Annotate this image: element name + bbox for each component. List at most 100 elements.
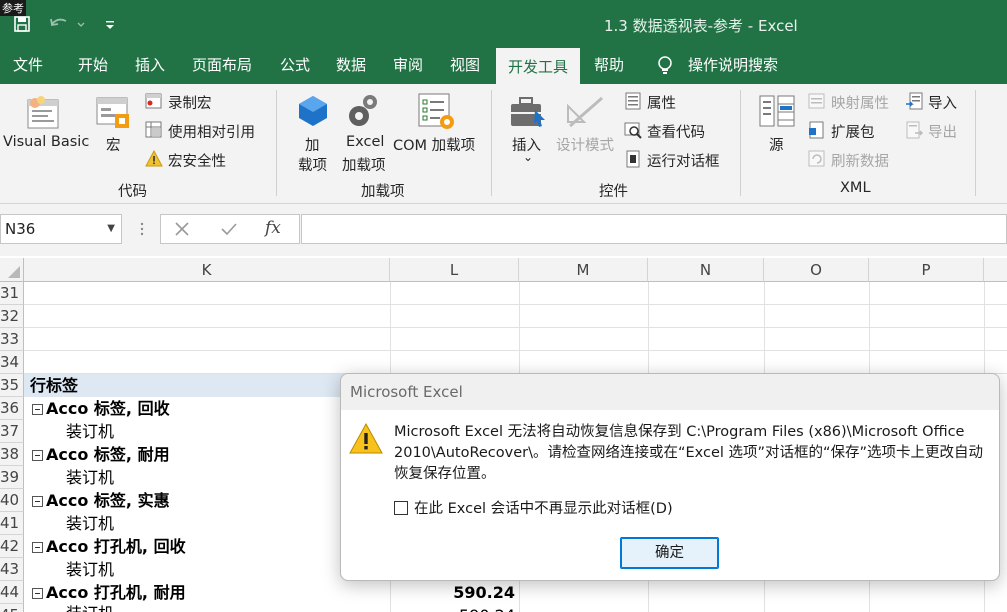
tab-file[interactable]: 文件 xyxy=(13,48,43,84)
pivot-item-row[interactable]: 装订机 xyxy=(66,420,114,443)
tab-data[interactable]: 数据 xyxy=(336,48,366,84)
relative-reference-icon[interactable] xyxy=(145,121,163,139)
checkbox-box[interactable] xyxy=(394,500,408,515)
pivot-value-cell[interactable]: 590.24 xyxy=(390,581,515,604)
select-all-button[interactable] xyxy=(0,258,24,282)
visual-basic-button[interactable]: Visual Basic xyxy=(3,134,89,150)
export-button[interactable]: 导出 xyxy=(928,121,957,142)
visual-basic-icon[interactable] xyxy=(24,94,64,134)
column-header-n[interactable]: N xyxy=(648,258,764,282)
tab-review[interactable]: 审阅 xyxy=(393,48,423,84)
ok-button[interactable]: 确定 xyxy=(620,537,719,569)
export-icon[interactable] xyxy=(905,121,924,139)
column-header-o[interactable]: O xyxy=(764,258,869,282)
pivot-item-row[interactable]: 装订机 xyxy=(66,558,114,581)
pivot-group-row[interactable]: Acco 打孔机, 耐用 xyxy=(28,581,186,604)
row-header-40[interactable]: 40 xyxy=(0,489,24,512)
customize-qat-icon[interactable] xyxy=(100,12,120,36)
row-header-35[interactable]: 35 xyxy=(0,374,24,397)
row-header-39[interactable]: 39 xyxy=(0,466,24,489)
com-addins-button[interactable]: COM 加载项 xyxy=(393,134,475,155)
pivot-item-row[interactable]: 装订机 xyxy=(66,602,114,612)
refresh-data-button[interactable]: 刷新数据 xyxy=(831,150,889,171)
addins-button-line2[interactable]: 载项 xyxy=(298,154,327,175)
import-icon[interactable] xyxy=(905,92,923,110)
insert-function-icon[interactable]: fx xyxy=(265,218,281,238)
row-header-33[interactable]: 33 xyxy=(0,328,24,351)
view-code-icon[interactable] xyxy=(624,121,642,139)
tab-developer[interactable]: 开发工具 xyxy=(496,48,581,84)
map-properties-icon[interactable] xyxy=(808,92,826,110)
collapse-icon[interactable] xyxy=(32,404,43,415)
run-dialog-button[interactable]: 运行对话框 xyxy=(647,150,720,171)
tab-home[interactable]: 开始 xyxy=(78,48,108,84)
name-box[interactable]: N36 ▼ xyxy=(0,214,122,244)
macro-security-button[interactable]: 宏安全性 xyxy=(168,150,226,171)
collapse-icon[interactable] xyxy=(32,496,43,507)
more-options-icon[interactable] xyxy=(140,221,144,237)
chevron-down-icon[interactable]: ▼ xyxy=(107,215,115,243)
xml-source-icon[interactable] xyxy=(758,94,796,130)
collapse-icon[interactable] xyxy=(32,588,43,599)
row-header-31[interactable]: 31 xyxy=(0,282,24,305)
collapse-icon[interactable] xyxy=(32,542,43,553)
macros-icon[interactable] xyxy=(95,94,133,132)
tell-me-search[interactable]: 操作说明搜索 xyxy=(688,48,778,84)
com-addins-icon[interactable] xyxy=(417,92,457,132)
column-header-p[interactable]: P xyxy=(869,258,984,282)
dont-show-again-checkbox[interactable]: 在此 Excel 会话中不再显示此对话框(D) xyxy=(394,497,673,518)
column-header-k[interactable]: K xyxy=(24,258,390,282)
pivot-group-row[interactable]: Acco 标签, 实惠 xyxy=(28,489,170,512)
undo-icon[interactable] xyxy=(46,12,76,36)
undo-dropdown-icon[interactable] xyxy=(76,12,86,36)
refresh-data-icon[interactable] xyxy=(808,150,826,168)
excel-addins-icon[interactable] xyxy=(346,92,382,130)
pivot-value-cell[interactable]: 590.24 xyxy=(390,604,515,612)
excel-addins-button-line1[interactable]: Excel xyxy=(346,134,384,150)
row-header-43[interactable]: 43 xyxy=(0,558,24,581)
record-macro-icon[interactable] xyxy=(145,92,163,110)
insert-controls-icon[interactable] xyxy=(509,94,547,130)
tab-insert[interactable]: 插入 xyxy=(135,48,165,84)
tab-formulas[interactable]: 公式 xyxy=(280,48,310,84)
row-header-42[interactable]: 42 xyxy=(0,535,24,558)
pivot-item-row[interactable]: 装订机 xyxy=(66,512,114,535)
relative-reference-button[interactable]: 使用相对引用 xyxy=(168,121,255,142)
addins-icon[interactable] xyxy=(296,94,330,128)
expansion-packs-icon[interactable] xyxy=(808,121,826,139)
pivot-item-row[interactable]: 装订机 xyxy=(66,466,114,489)
row-header-38[interactable]: 38 xyxy=(0,443,24,466)
row-header-32[interactable]: 32 xyxy=(0,305,24,328)
column-header-l[interactable]: L xyxy=(390,258,519,282)
import-button[interactable]: 导入 xyxy=(928,92,957,113)
insert-dropdown-arrow[interactable]: ⌄ xyxy=(523,150,533,164)
run-dialog-icon[interactable] xyxy=(624,150,642,168)
row-header-44[interactable]: 44 xyxy=(0,581,24,604)
pivot-group-row[interactable]: Acco 标签, 耐用 xyxy=(28,443,170,466)
excel-addins-button-line2[interactable]: 加载项 xyxy=(342,154,386,175)
collapse-icon[interactable] xyxy=(32,450,43,461)
warning-icon[interactable] xyxy=(145,149,163,168)
formula-input[interactable] xyxy=(301,214,1007,244)
properties-button[interactable]: 属性 xyxy=(647,92,676,113)
design-mode-button[interactable]: 设计模式 xyxy=(556,134,614,155)
addins-button-line1[interactable]: 加 xyxy=(305,134,320,155)
column-header-q[interactable] xyxy=(984,258,1007,282)
map-properties-button[interactable]: 映射属性 xyxy=(831,92,889,113)
pivot-row-label-header[interactable]: 行标签 xyxy=(30,374,78,397)
macros-button[interactable]: 宏 xyxy=(106,134,121,155)
row-header-45[interactable]: 45 xyxy=(0,604,24,612)
expansion-packs-button[interactable]: 扩展包 xyxy=(831,121,875,142)
enter-icon[interactable] xyxy=(220,221,238,237)
column-header-m[interactable]: M xyxy=(519,258,648,282)
row-header-36[interactable]: 36 xyxy=(0,397,24,420)
properties-icon[interactable] xyxy=(624,92,642,110)
pivot-group-row[interactable]: Acco 标签, 回收 xyxy=(28,397,170,420)
lightbulb-icon[interactable] xyxy=(655,55,675,77)
cancel-icon[interactable] xyxy=(174,221,190,237)
record-macro-button[interactable]: 录制宏 xyxy=(168,92,212,113)
tab-help[interactable]: 帮助 xyxy=(594,48,624,84)
tab-page-layout[interactable]: 页面布局 xyxy=(192,48,252,84)
xml-source-button[interactable]: 源 xyxy=(769,134,784,155)
row-header-37[interactable]: 37 xyxy=(0,420,24,443)
